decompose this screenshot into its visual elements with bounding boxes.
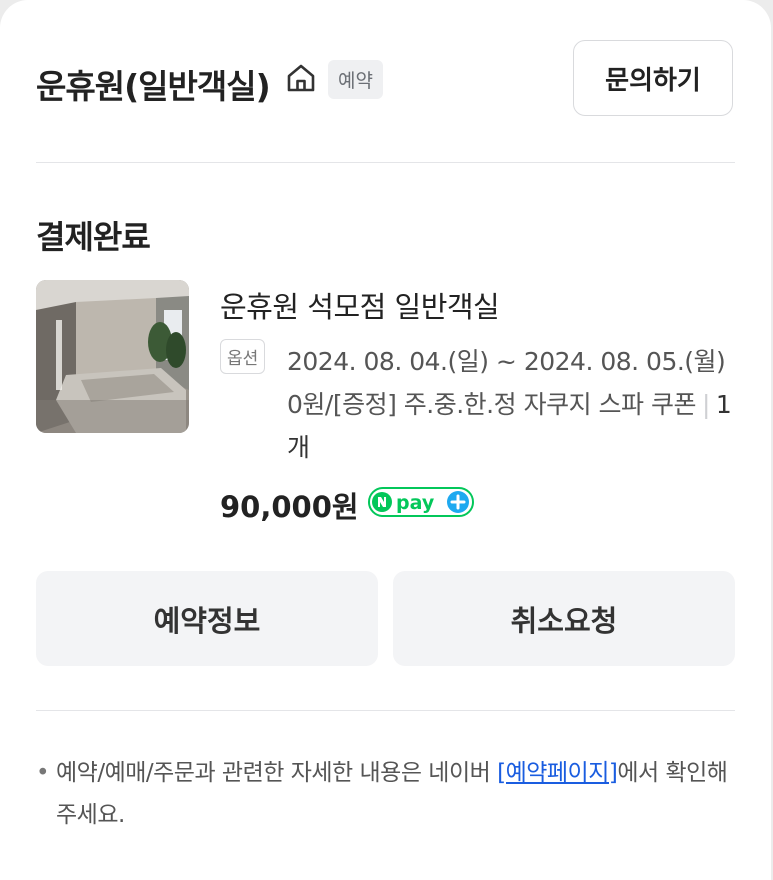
order-header: 운휴원(일반객실) 예약 문의하기 bbox=[36, 40, 736, 120]
reservation-info-button[interactable]: 예약정보 bbox=[36, 571, 378, 666]
notice-text-before: 예약/예매/주문과 관련한 자세한 내용은 네이버 bbox=[56, 760, 498, 786]
option-text: 2024. 08. 04.(일) ~ 2024. 08. 05.(월) 0원/[… bbox=[287, 347, 726, 419]
divider bbox=[36, 162, 735, 163]
inquiry-button[interactable]: 문의하기 bbox=[573, 40, 733, 116]
order-card: 운휴원(일반객실) 예약 문의하기 결제완료 운휴원 석모점 일반객실 옵션 2… bbox=[0, 0, 771, 880]
reservation-page-link[interactable]: [예약페이지] bbox=[497, 760, 618, 786]
option-badge: 옵션 bbox=[220, 339, 266, 374]
product-name[interactable]: 운휴원 석모점 일반객실 bbox=[220, 284, 500, 326]
bullet-icon: • bbox=[36, 760, 50, 786]
npay-plus-logo: pay bbox=[368, 487, 474, 521]
reservation-badge: 예약 bbox=[328, 60, 383, 99]
store-name[interactable]: 운휴원(일반객실) bbox=[36, 60, 271, 108]
npay-text: pay bbox=[396, 492, 435, 514]
order-price: 90,000원 bbox=[220, 490, 359, 524]
cancel-request-button[interactable]: 취소요청 bbox=[393, 571, 735, 666]
notice-text: 예약/예매/주문과 관련한 자세한 내용은 네이버 [예약페이지]에서 확인해주… bbox=[36, 752, 736, 836]
divider bbox=[36, 710, 735, 711]
option-details: 2024. 08. 04.(일) ~ 2024. 08. 05.(월) 0원/[… bbox=[287, 340, 747, 469]
order-status: 결제완료 bbox=[36, 218, 151, 256]
notice: • 예약/예매/주문과 관련한 자세한 내용은 네이버 [예약페이지]에서 확인… bbox=[36, 752, 736, 836]
separator: | bbox=[701, 390, 710, 419]
product-thumbnail[interactable] bbox=[36, 280, 189, 433]
home-icon[interactable] bbox=[286, 62, 316, 94]
